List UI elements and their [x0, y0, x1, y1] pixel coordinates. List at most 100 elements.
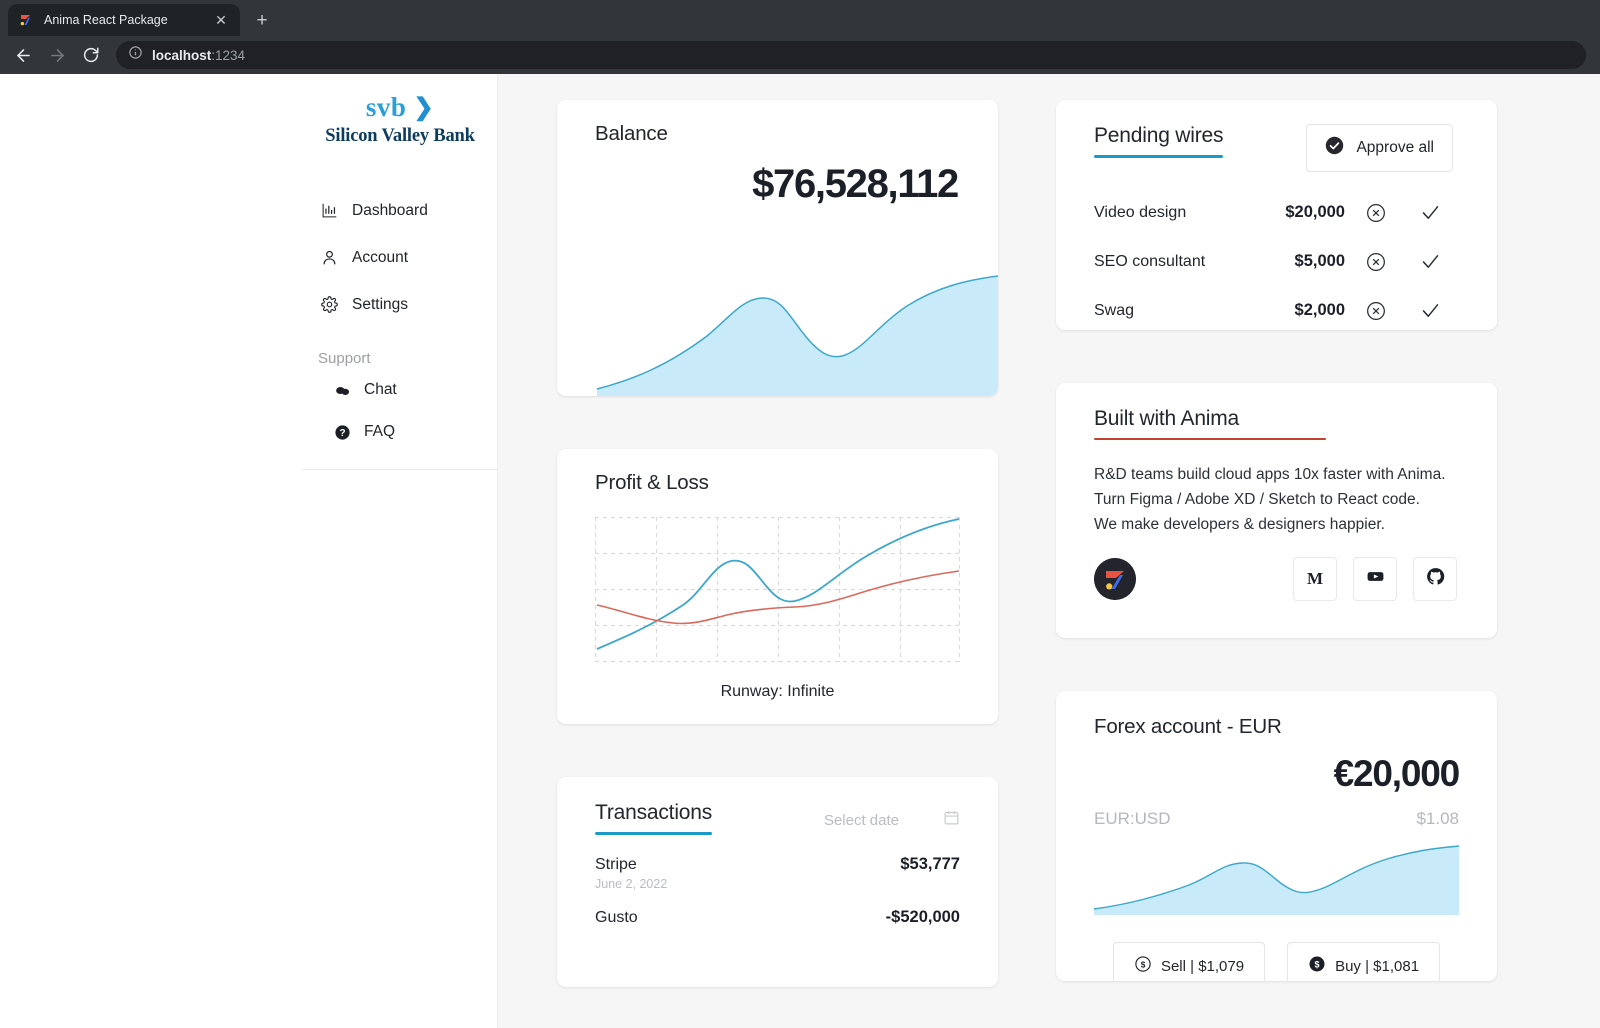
- browser-tab[interactable]: Anima React Package ✕: [8, 4, 240, 36]
- balance-area-chart: [596, 275, 998, 396]
- sidebar-section-support: Support: [318, 350, 371, 367]
- table-row: Swag $2,000: [1056, 286, 1497, 330]
- reload-button[interactable]: [76, 40, 106, 70]
- anima-description-line: Turn Figma / Adobe XD / Sketch to React …: [1094, 491, 1420, 509]
- anima-description: R&D teams build cloud apps 10x faster wi…: [1056, 440, 1497, 537]
- tab-strip: Anima React Package ✕ +: [0, 0, 1600, 36]
- site-info-icon[interactable]: [128, 45, 143, 65]
- brand-mark-text: svb: [365, 92, 407, 122]
- sell-label: Sell | $1,079: [1160, 957, 1245, 975]
- chat-bubbles-icon: [333, 381, 351, 399]
- chevron-right-icon: ❯: [413, 94, 435, 121]
- approve-wire-button[interactable]: [1407, 300, 1453, 321]
- forex-rate-row: EUR:USD $1.08: [1056, 795, 1497, 829]
- forex-actions: $ Sell | $1,079 $ Buy | $1,081: [1056, 920, 1497, 981]
- sidebar-item-settings[interactable]: Settings: [302, 281, 498, 328]
- wire-name: Swag: [1094, 301, 1135, 319]
- reject-wire-button[interactable]: [1345, 301, 1407, 321]
- svg-text:$: $: [1141, 960, 1146, 969]
- right-column: Pending wires Approve all Video design $…: [1056, 100, 1497, 981]
- brand-name: Silicon Valley Bank: [325, 126, 475, 146]
- sidebar-item-label: FAQ: [364, 423, 396, 440]
- table-row: Video design $20,000: [1056, 188, 1497, 237]
- profit-loss-card: Profit & Loss Runway: Infinite: [557, 449, 998, 724]
- wire-amount: $2,000: [1294, 301, 1345, 319]
- wire-name: Video design: [1094, 203, 1187, 221]
- card-title: Profit & Loss: [595, 471, 709, 494]
- calendar-icon[interactable]: [943, 809, 960, 831]
- forex-chart-wrap: [1056, 843, 1497, 920]
- buy-button[interactable]: $ Buy | $1,081: [1287, 942, 1441, 981]
- browser-chrome: Anima React Package ✕ + localhost:1234: [0, 0, 1600, 74]
- title-accent-rule: [595, 832, 713, 835]
- profit-loss-chart-wrap: [557, 495, 998, 667]
- medium-icon: M: [1306, 569, 1324, 589]
- wire-name: SEO consultant: [1094, 252, 1206, 270]
- table-row[interactable]: Stripe $53,777: [595, 855, 960, 874]
- sell-button[interactable]: $ Sell | $1,079: [1112, 942, 1266, 981]
- address-bar[interactable]: localhost:1234: [116, 41, 1586, 69]
- new-tab-button[interactable]: +: [248, 6, 276, 34]
- profit-loss-chart: [595, 517, 960, 662]
- brand-logo: svb ❯ Silicon Valley Bank: [302, 90, 498, 147]
- date-picker[interactable]: Select date: [824, 809, 960, 831]
- anima-description-line: R&D teams build cloud apps 10x faster wi…: [1094, 466, 1446, 483]
- url-port: :1234: [211, 47, 246, 63]
- approve-wire-button[interactable]: [1407, 202, 1453, 223]
- youtube-link[interactable]: [1353, 557, 1397, 602]
- sidebar-item-dashboard[interactable]: Dashboard: [302, 187, 498, 234]
- table-row[interactable]: Gusto -$520,000: [595, 908, 960, 927]
- sidebar-item-label: Dashboard: [352, 201, 428, 219]
- close-icon[interactable]: ✕: [212, 11, 230, 29]
- balance-amount: $76,528,112: [752, 162, 959, 206]
- forex-pair-label: EUR:USD: [1094, 809, 1171, 828]
- buy-coin-icon: $: [1308, 955, 1326, 977]
- transactions-list: Stripe $53,777 June 2, 2022 Gusto -$520,…: [557, 835, 998, 927]
- approve-all-button[interactable]: Approve all: [1306, 124, 1453, 172]
- transaction-date: June 2, 2022: [595, 877, 668, 891]
- transaction-amount: -$520,000: [885, 908, 960, 926]
- browser-toolbar: localhost:1234: [0, 36, 1600, 74]
- reject-wire-button[interactable]: [1345, 252, 1407, 272]
- sidebar-item-faq[interactable]: ? FAQ: [302, 411, 498, 453]
- card-title: Pending wires: [1094, 124, 1224, 147]
- approve-all-label: Approve all: [1356, 139, 1434, 156]
- reject-wire-button[interactable]: [1345, 203, 1407, 223]
- sidebar-item-account[interactable]: Account: [302, 234, 498, 281]
- main-content: Balance $76,528,112 Profit & Loss Runway…: [498, 74, 1600, 1028]
- sidebar-nav: Dashboard Account Settings Support Chat …: [302, 187, 498, 453]
- sidebar-item-chat[interactable]: Chat: [302, 369, 498, 411]
- sell-coin-icon: $: [1134, 955, 1152, 977]
- approve-wire-button[interactable]: [1407, 251, 1453, 272]
- gear-icon: [320, 296, 338, 314]
- card-title: Forex account - EUR: [1094, 715, 1282, 738]
- medium-link[interactable]: M: [1293, 557, 1337, 602]
- card-title: Built with Anima: [1094, 407, 1240, 430]
- person-icon: [320, 249, 338, 267]
- forex-pair-rate: $1.08: [1416, 809, 1459, 828]
- anima-description-line: We make developers & designers happier.: [1094, 516, 1385, 534]
- sidebar-item-label: Account: [352, 248, 409, 266]
- github-icon: [1426, 567, 1445, 591]
- bar-chart-icon: [320, 202, 338, 220]
- forex-amount: €20,000: [1333, 753, 1461, 794]
- transaction-name: Gusto: [595, 909, 638, 926]
- anima-header: Built with Anima: [1056, 383, 1497, 440]
- wire-amount: $20,000: [1285, 203, 1345, 221]
- app-root: svb ❯ Silicon Valley Bank Dashboard Acco…: [0, 74, 1600, 1028]
- youtube-icon: [1366, 567, 1385, 591]
- svg-text:?: ?: [339, 428, 345, 439]
- forex-account-card: Forex account - EUR €20,000 EUR:USD $1.0…: [1056, 691, 1497, 981]
- transaction-amount: $53,777: [900, 855, 960, 873]
- url-host: localhost: [152, 47, 212, 63]
- pending-wires-title-group: Pending wires: [1094, 124, 1224, 158]
- anima-favicon-icon: [18, 12, 34, 28]
- runway-label: Runway: Infinite: [720, 683, 835, 700]
- buy-label: Buy | $1,081: [1335, 957, 1420, 975]
- transactions-title-group: Transactions: [595, 801, 712, 835]
- github-link[interactable]: [1413, 557, 1457, 602]
- check-circle-icon: [1325, 136, 1344, 160]
- svg-text:$: $: [1315, 959, 1320, 969]
- back-button[interactable]: [8, 40, 38, 70]
- forward-button[interactable]: [42, 40, 72, 70]
